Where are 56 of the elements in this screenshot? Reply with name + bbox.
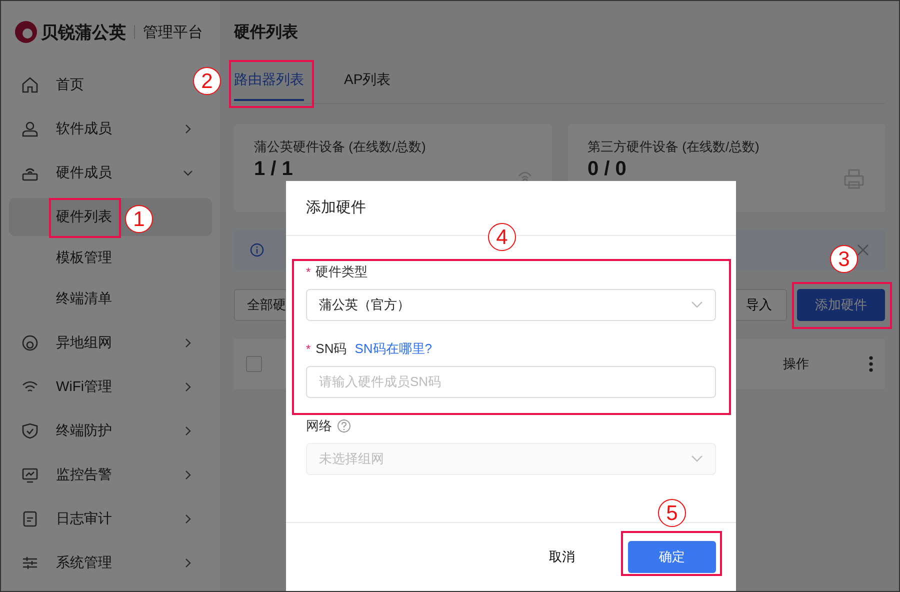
monitor-icon <box>21 466 39 484</box>
confirm-button[interactable]: 确定 <box>628 540 716 573</box>
user-icon <box>21 120 39 138</box>
info-icon <box>250 243 264 257</box>
select-field[interactable]: 蒲公英（官方） <box>306 288 716 321</box>
tab[interactable]: AP列表 <box>344 63 391 101</box>
input-field[interactable]: 请输入硬件成员SN码 <box>306 366 716 398</box>
card-value: 1 / 1 <box>254 158 293 180</box>
chevron-icon <box>183 338 193 348</box>
sidebar-item[interactable]: 硬件成员 <box>1 151 195 195</box>
checkbox[interactable] <box>246 356 262 372</box>
close-icon[interactable] <box>857 244 869 256</box>
brand-name: 贝锐蒲公英 <box>41 22 126 44</box>
field-label: 硬件类型 <box>316 262 368 281</box>
chevron-icon <box>183 382 193 392</box>
chevron-icon <box>183 558 193 568</box>
product-name: 管理平台 <box>143 22 203 42</box>
doc-icon <box>21 510 39 528</box>
globe-icon <box>21 334 39 352</box>
sidebar-item[interactable]: 系统管理 <box>1 541 195 585</box>
sidebar-item[interactable]: 首页 <box>1 63 195 107</box>
sidebar-subitem[interactable]: 硬件列表 <box>56 208 112 226</box>
chevron-icon <box>183 514 193 524</box>
sidebar-item[interactable]: WiFi管理 <box>1 365 195 409</box>
chevron-icon <box>691 454 703 463</box>
chevron-icon <box>183 168 193 178</box>
sidebar-item[interactable]: 监控告警 <box>1 453 195 497</box>
sidebar-subitem[interactable]: 终端清单 <box>56 290 112 308</box>
column-header: 操作 <box>783 355 809 373</box>
chevron-icon <box>691 300 703 309</box>
card-title: 蒲公英硬件设备 (在线数/总数) <box>254 138 427 156</box>
sidebar-item[interactable]: 终端防护 <box>1 409 195 453</box>
sidebar-item[interactable]: 软件成员 <box>1 107 195 151</box>
required-mark: * <box>306 342 311 356</box>
highlight-frame <box>49 198 121 238</box>
required-mark: * <box>306 264 311 279</box>
field-label: 网络 <box>306 416 332 435</box>
chevron-icon <box>183 426 193 436</box>
help-link[interactable]: SN码在哪里? <box>354 340 432 358</box>
shield-icon <box>21 422 39 440</box>
field-label: SN码 <box>316 340 347 358</box>
sliders-icon <box>21 554 39 572</box>
chevron-icon <box>183 470 193 480</box>
page-title: 硬件列表 <box>234 22 299 42</box>
more-icon[interactable] <box>869 356 873 372</box>
card-title: 第三方硬件设备 (在线数/总数) <box>588 138 760 156</box>
sidebar-subitem[interactable]: 模板管理 <box>56 249 112 267</box>
sidebar-item[interactable]: 日志审计 <box>1 497 195 541</box>
chevron-icon <box>183 124 193 134</box>
add-hardware-button[interactable]: 添加硬件 <box>797 289 885 321</box>
tab[interactable]: 路由器列表 <box>234 63 304 101</box>
printer-icon <box>843 168 865 190</box>
sidebar-item[interactable]: 异地组网 <box>1 321 195 365</box>
card-value: 0 / 0 <box>588 158 626 180</box>
logo-icon <box>15 21 37 43</box>
home-icon <box>21 76 39 94</box>
